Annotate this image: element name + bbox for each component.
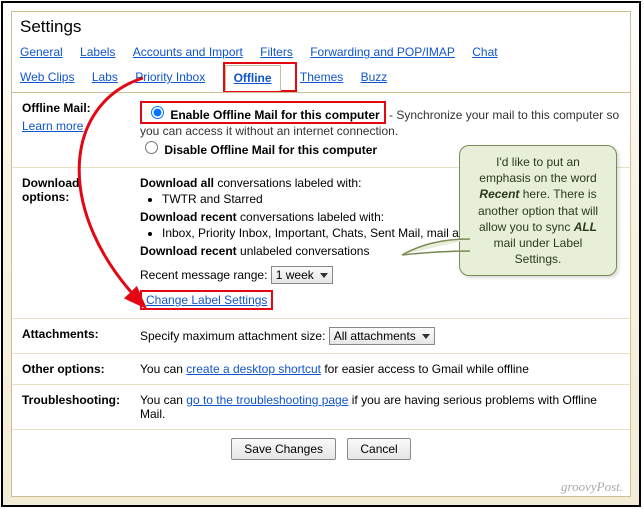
change-label-settings-link[interactable]: Change Label Settings [146, 293, 267, 307]
save-button[interactable]: Save Changes [231, 438, 336, 460]
radio-enable-offline[interactable]: Enable Offline Mail for this computer [146, 108, 380, 122]
tab-chat[interactable]: Chat [472, 42, 497, 62]
chevron-down-icon [320, 273, 328, 278]
tab-webclips[interactable]: Web Clips [20, 67, 74, 87]
tab-forwarding[interactable]: Forwarding and POP/IMAP [310, 42, 455, 62]
tab-accounts[interactable]: Accounts and Import [133, 42, 243, 62]
tab-priority-inbox[interactable]: Priority Inbox [135, 67, 205, 87]
range-select[interactable]: 1 week [271, 266, 333, 284]
annotation-callout-pointer [400, 235, 470, 257]
attachment-size-select[interactable]: All attachments [329, 327, 435, 345]
radio-disable-input[interactable] [145, 141, 158, 154]
annotation-highlight-change-label: Change Label Settings [140, 290, 273, 310]
tab-labels[interactable]: Labels [80, 42, 115, 62]
section-label-attachments: Attachments: [12, 319, 130, 354]
tab-general[interactable]: General [20, 42, 63, 62]
page-title: Settings [12, 12, 630, 39]
attachments-text: Specify maximum attachment size: [140, 329, 325, 343]
tab-offline[interactable]: Offline [225, 65, 281, 91]
annotation-highlight-enable: Enable Offline Mail for this computer [140, 101, 386, 124]
tab-filters[interactable]: Filters [260, 42, 293, 62]
tab-themes[interactable]: Themes [300, 67, 343, 87]
tabs-nav: General Labels Accounts and Import Filte… [12, 39, 630, 92]
create-shortcut-link[interactable]: create a desktop shortcut [186, 362, 321, 376]
troubleshoot-text: You can go to the troubleshooting page i… [130, 385, 630, 430]
tab-labs[interactable]: Labs [92, 67, 118, 87]
annotation-callout: I'd like to put an emphasis on the word … [459, 145, 617, 276]
radio-disable-offline[interactable]: Disable Offline Mail for this computer [140, 143, 377, 157]
section-label-offline: Offline Mail: Learn more [12, 93, 130, 168]
cancel-button[interactable]: Cancel [347, 438, 410, 460]
section-label-other: Other options: [12, 354, 130, 385]
annotation-highlight-tab: Offline [223, 62, 297, 92]
other-options-text: You can create a desktop shortcut for ea… [130, 354, 630, 385]
troubleshoot-link[interactable]: go to the troubleshooting page [186, 393, 348, 407]
chevron-down-icon [422, 334, 430, 339]
section-label-troubleshoot: Troubleshooting: [12, 385, 130, 430]
tab-buzz[interactable]: Buzz [361, 67, 388, 87]
learn-more-link[interactable]: Learn more [22, 119, 120, 133]
section-label-download: Download options: [12, 168, 130, 319]
watermark: groovyPost. [561, 479, 623, 495]
radio-enable-input[interactable] [151, 106, 164, 119]
